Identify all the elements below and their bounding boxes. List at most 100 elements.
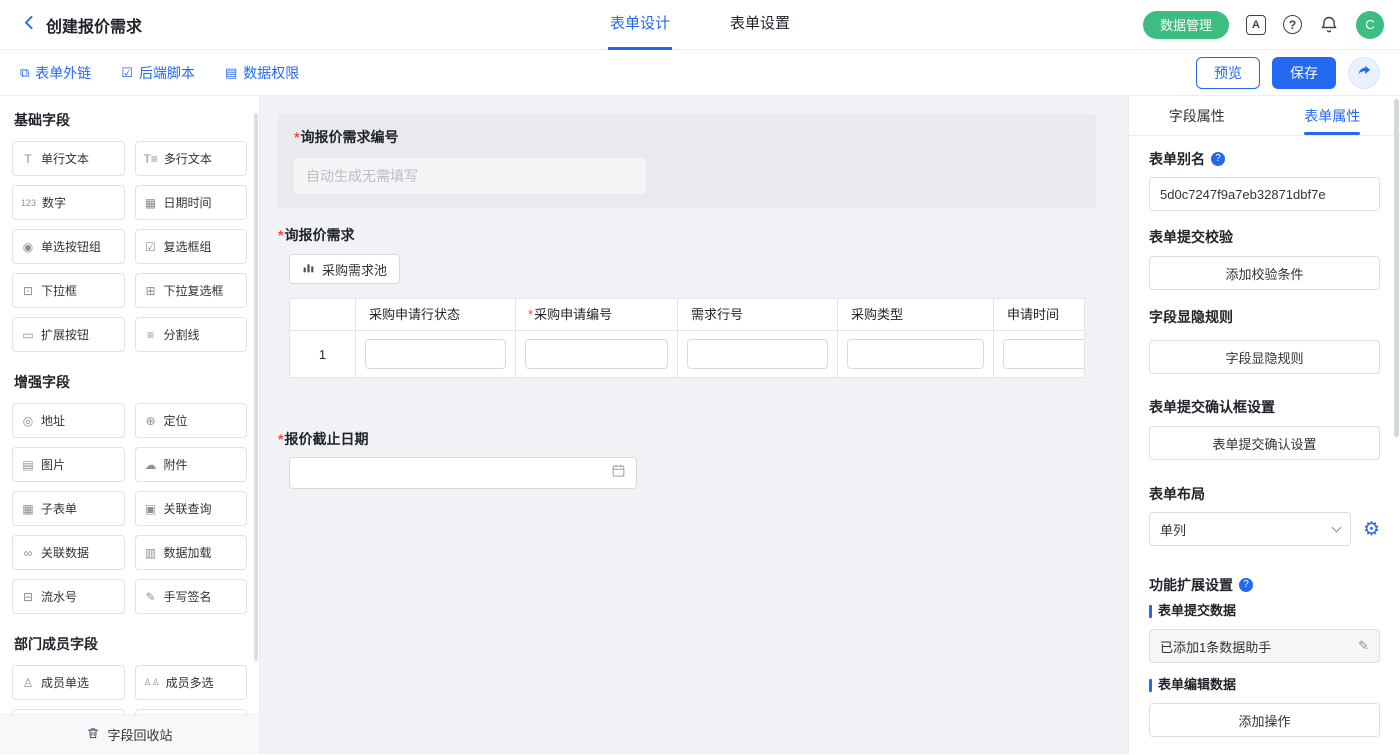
- backend-script-link[interactable]: ☑ 后端脚本: [121, 63, 195, 83]
- extension-help-icon[interactable]: ?: [1239, 578, 1253, 592]
- multi-select-icon: ⊞: [144, 284, 158, 298]
- main-area: 基础字段 T 单行文本 T≡ 多行文本 123 数字 ▦: [0, 96, 1400, 754]
- cell-input-procurement-type[interactable]: [847, 339, 984, 369]
- back-button[interactable]: [16, 12, 42, 38]
- sidebar-item-divider[interactable]: ≡ 分割线: [135, 317, 248, 352]
- alias-help-icon[interactable]: ?: [1211, 152, 1225, 166]
- link-label: 数据权限: [243, 63, 299, 83]
- sidebar-item-linked-data[interactable]: ∞ 关联数据: [12, 535, 125, 570]
- sidebar-item-single-line-text[interactable]: T 单行文本: [12, 141, 125, 176]
- field-recycle-bin[interactable]: 字段回收站: [0, 714, 259, 754]
- multiline-text-icon: T≡: [144, 152, 158, 166]
- form-alias-input[interactable]: [1149, 177, 1380, 211]
- datetime-icon: ▦: [144, 196, 158, 210]
- field-library-sidebar: 基础字段 T 单行文本 T≡ 多行文本 123 数字 ▦: [0, 96, 260, 754]
- add-validation-button[interactable]: 添加校验条件: [1149, 256, 1380, 290]
- sidebar-item-datetime[interactable]: ▦ 日期时间: [135, 185, 248, 220]
- linked-data-icon: ∞: [21, 546, 35, 560]
- sidebar-item-checkbox-group[interactable]: ☑ 复选框组: [135, 229, 248, 264]
- deadline-date-input[interactable]: [289, 457, 637, 489]
- data-manage-button[interactable]: 数据管理: [1143, 11, 1229, 39]
- field-quote-request-no[interactable]: *询报价需求编号: [278, 114, 1096, 208]
- share-button[interactable]: [1348, 57, 1380, 89]
- add-operation-button[interactable]: 添加操作: [1149, 703, 1380, 737]
- toolbar-links: ⧉ 表单外链 ☑ 后端脚本 ▤ 数据权限: [20, 63, 299, 83]
- edit-data-label: 表单编辑数据: [1149, 676, 1380, 694]
- sidebar-item-label: 多行文本: [164, 150, 212, 167]
- sidebar-item-member-single[interactable]: ♙ 成员单选: [12, 665, 125, 700]
- tab-field-properties[interactable]: 字段属性: [1129, 96, 1265, 135]
- sidebar-item-address[interactable]: ◎ 地址: [12, 403, 125, 438]
- attachment-icon: ☁: [144, 458, 158, 472]
- field-label: *询报价需求编号: [294, 128, 1080, 146]
- sidebar-item-location[interactable]: ⊕ 定位: [135, 403, 248, 438]
- table-row-index: 1: [290, 331, 356, 377]
- quote-request-no-input[interactable]: [294, 158, 646, 194]
- sidebar-item-data-load[interactable]: ▥ 数据加载: [135, 535, 248, 570]
- sidebar-item-image[interactable]: ▤ 图片: [12, 447, 125, 482]
- sidebar-item-radio-group[interactable]: ◉ 单选按钮组: [12, 229, 125, 264]
- tab-form-properties[interactable]: 表单属性: [1265, 96, 1400, 135]
- expand-button-icon: ▭: [21, 328, 35, 342]
- tab-form-design[interactable]: 表单设计: [608, 0, 672, 50]
- sidebar-scrollbar[interactable]: [254, 113, 258, 661]
- sidebar-item-expand-button[interactable]: ▭ 扩展按钮: [12, 317, 125, 352]
- sidebar-item-multi-select[interactable]: ⊞ 下拉复选框: [135, 273, 248, 308]
- select-icon: ⊡: [21, 284, 35, 298]
- sidebar-item-serial-number[interactable]: ⊟ 流水号: [12, 579, 125, 614]
- form-external-link[interactable]: ⧉ 表单外链: [20, 63, 91, 83]
- help-icon[interactable]: ?: [1283, 15, 1302, 34]
- extension-settings-label: 功能扩展设置 ?: [1149, 576, 1380, 594]
- edit-icon[interactable]: ✎: [1358, 638, 1369, 654]
- visibility-rules-button[interactable]: 字段显隐规则: [1149, 340, 1380, 374]
- serial-number-icon: ⊟: [21, 590, 35, 604]
- sidebar-item-subform[interactable]: ▦ 子表单: [12, 491, 125, 526]
- sidebar-item-signature[interactable]: ✎ 手写签名: [135, 579, 248, 614]
- save-button[interactable]: 保存: [1272, 57, 1336, 89]
- header-tabs: 表单设计 表单设置: [608, 0, 792, 50]
- tab-form-settings[interactable]: 表单设置: [728, 0, 792, 50]
- sidebar-item-label: 手写签名: [164, 588, 212, 605]
- pool-button-label: 采购需求池: [322, 260, 387, 279]
- sidebar-item-label: 单选按钮组: [41, 238, 101, 255]
- avatar[interactable]: C: [1356, 11, 1384, 39]
- panel-scrollbar[interactable]: [1394, 99, 1399, 437]
- calendar-icon: [611, 463, 626, 483]
- sidebar-item-select[interactable]: ⊡ 下拉框: [12, 273, 125, 308]
- linked-query-icon: ▣: [144, 502, 158, 516]
- layout-select[interactable]: 单列: [1149, 512, 1351, 546]
- cell-input-apply-time[interactable]: [1003, 339, 1085, 369]
- data-permission-link[interactable]: ▤ 数据权限: [225, 63, 299, 83]
- subform-icon: ▦: [21, 502, 35, 516]
- section-title: 基础字段: [14, 110, 247, 130]
- sidebar-item-number[interactable]: 123 数字: [12, 185, 125, 220]
- header-right: 数据管理 A ? C: [1143, 11, 1384, 39]
- cell-input-request-no[interactable]: [525, 339, 668, 369]
- procurement-pool-button[interactable]: 采购需求池: [289, 254, 400, 284]
- submit-data-field[interactable]: 已添加1条数据助手 ✎: [1149, 629, 1380, 663]
- sidebar-item-label: 地址: [41, 412, 65, 429]
- cell-input-demand-line-no[interactable]: [687, 339, 828, 369]
- field-quote-deadline[interactable]: *报价截止日期: [278, 430, 1096, 489]
- required-star: *: [278, 431, 283, 447]
- layout-gear-icon[interactable]: ⚙: [1363, 520, 1380, 539]
- external-link-icon: ⧉: [20, 66, 29, 79]
- sidebar-item-multiline-text[interactable]: T≡ 多行文本: [135, 141, 248, 176]
- translate-icon[interactable]: A: [1246, 15, 1266, 35]
- link-label: 后端脚本: [139, 63, 195, 83]
- submit-confirm-button[interactable]: 表单提交确认设置: [1149, 426, 1380, 460]
- sidebar-item-member-multi[interactable]: ♙♙ 成员多选: [135, 665, 248, 700]
- sidebar-item-label: 下拉复选框: [164, 282, 224, 299]
- submit-confirm-label: 表单提交确认框设置: [1149, 398, 1380, 416]
- sidebar-item-linked-query[interactable]: ▣ 关联查询: [135, 491, 248, 526]
- field-quote-request[interactable]: *询报价需求 采购需求池 采购申请行状态: [278, 226, 1096, 378]
- cell-input-status[interactable]: [365, 339, 506, 369]
- top-header: 创建报价需求 表单设计 表单设置 数据管理 A ? C: [0, 0, 1400, 50]
- request-table: 采购申请行状态 *采购申请编号 需求行号 采购类型: [289, 298, 1085, 378]
- bell-icon[interactable]: [1319, 15, 1339, 35]
- sidebar-item-label: 成员单选: [41, 674, 89, 691]
- preview-button[interactable]: 预览: [1196, 57, 1260, 89]
- chevron-down-icon: [1332, 523, 1342, 533]
- section-title: 增强字段: [14, 372, 247, 392]
- sidebar-item-attachment[interactable]: ☁ 附件: [135, 447, 248, 482]
